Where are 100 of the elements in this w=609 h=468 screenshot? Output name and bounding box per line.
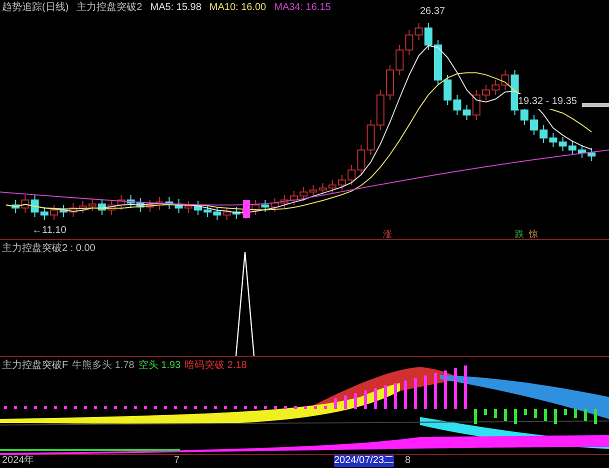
oscillator-title: 主力控盘突破F — [2, 358, 68, 373]
candlestick — [50, 204, 58, 220]
candlestick — [69, 202, 78, 218]
candlestick — [540, 124, 548, 144]
candlestick — [194, 200, 202, 216]
histogram-bar — [374, 388, 377, 409]
histogram-bar — [34, 406, 37, 409]
candlestick — [366, 120, 375, 156]
histogram-bar — [544, 409, 547, 421]
histogram-bar — [554, 409, 557, 424]
histogram-bar — [414, 378, 417, 409]
histogram-bar — [44, 406, 47, 409]
price-label: ←11.10 — [32, 224, 66, 238]
histogram-bar — [24, 406, 27, 409]
histogram-bar — [294, 406, 297, 409]
histogram-bar — [214, 406, 217, 409]
candlestick — [136, 198, 144, 212]
histogram-bar — [494, 409, 497, 418]
indicator-name: 主力控盘突破2 — [76, 0, 142, 15]
histogram-bar — [324, 406, 327, 409]
candlestick — [98, 198, 106, 216]
histogram-bar — [154, 406, 157, 409]
axis-label: 8 — [405, 455, 411, 467]
ma-value: MA34: 16.15 — [274, 1, 331, 15]
signal-marker: 惊 — [529, 228, 538, 241]
histogram-bar — [74, 406, 77, 409]
candlestick — [386, 64, 394, 100]
candlestick — [434, 40, 442, 86]
candlestick — [60, 204, 68, 218]
histogram-bar — [84, 406, 87, 409]
histogram-bar — [14, 406, 17, 409]
candlestick — [309, 184, 318, 198]
histogram-bar — [564, 409, 567, 415]
candlestick — [156, 196, 164, 210]
candlestick — [300, 186, 308, 202]
candlestick — [549, 132, 558, 148]
candlestick — [328, 180, 336, 194]
histogram-bar — [354, 393, 357, 409]
candlestick — [174, 198, 183, 214]
candlestick — [492, 80, 500, 96]
candlestick — [165, 196, 174, 210]
histogram-bar — [594, 409, 597, 424]
histogram-bar — [524, 409, 527, 415]
histogram-bar — [274, 406, 277, 409]
histogram-bar — [194, 406, 197, 409]
candlestick — [252, 200, 260, 216]
histogram-bar — [474, 409, 477, 424]
histogram-bar — [134, 406, 137, 409]
candlestick — [558, 136, 567, 152]
histogram-bar — [344, 396, 347, 409]
histogram-bar — [164, 406, 167, 409]
candlestick — [21, 194, 30, 214]
oscillator-value: 暗码突破 2.18 — [184, 358, 247, 373]
candlestick — [232, 206, 240, 220]
candlestick — [290, 190, 298, 206]
axis-label: 2024年 — [2, 455, 34, 467]
histogram-bar — [64, 406, 67, 409]
candlestick — [482, 84, 490, 100]
oscillator-value: 空头 1.93 — [138, 358, 181, 373]
histogram-bar — [244, 406, 247, 409]
candlestick — [204, 204, 212, 218]
histogram-bar — [204, 406, 207, 409]
histogram-bar — [224, 406, 227, 409]
histogram-bar — [264, 406, 267, 409]
histogram-bar — [104, 406, 107, 409]
histogram-bar — [94, 406, 97, 409]
candlestick — [78, 200, 87, 214]
histogram-bar — [434, 373, 437, 409]
histogram-bar — [504, 409, 507, 421]
candlestick — [222, 206, 231, 220]
histogram-bar — [444, 370, 447, 409]
indicator-title: 主力控盘突破2 : 0.00 — [2, 242, 96, 256]
histogram-bar — [184, 406, 187, 409]
candlestick — [117, 194, 126, 210]
histogram-bar — [4, 406, 7, 409]
axis-label: 7 — [174, 455, 180, 467]
histogram-bar — [584, 409, 587, 421]
histogram-bar — [464, 366, 467, 409]
candlestick — [578, 144, 586, 158]
ma-value: MA5: 15.98 — [150, 1, 202, 15]
histogram-bar — [484, 409, 487, 415]
histogram-bar — [514, 409, 517, 424]
histogram-bar — [394, 383, 397, 409]
histogram-bar — [284, 406, 287, 409]
histogram-bar — [234, 406, 237, 409]
histogram-bar — [364, 390, 367, 409]
histogram-bar — [574, 409, 577, 418]
histogram-bar — [384, 386, 387, 409]
histogram-bar — [534, 409, 537, 418]
signal-marker: 跌 — [515, 228, 524, 241]
candlestick — [146, 200, 154, 212]
candlestick — [184, 200, 192, 214]
candlestick — [270, 198, 279, 212]
histogram-bar — [174, 406, 177, 409]
oscillator-value: 牛熊多头 1.78 — [72, 358, 134, 373]
candlestick — [396, 44, 404, 76]
axis-label: 2024/07/23二 — [334, 455, 394, 467]
histogram-bar — [124, 406, 127, 409]
candlestick — [108, 200, 116, 216]
candlestick — [338, 174, 346, 190]
